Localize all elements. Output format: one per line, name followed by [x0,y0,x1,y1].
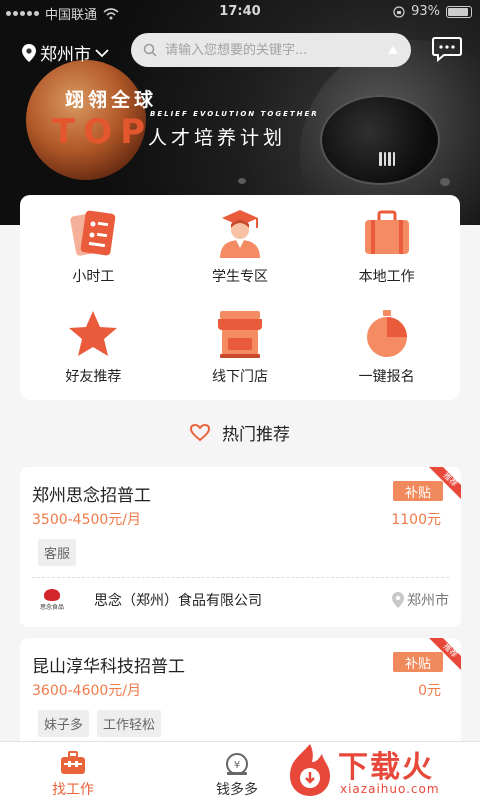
briefcase-icon [364,210,409,254]
banner-slogan-line2: 人才培养计划 [148,127,287,149]
city-name: 郑州市 [40,45,91,65]
watermark-text: 下载火 [338,750,434,785]
watermark-url: xiazaihuo.com [340,782,440,796]
student-icon [219,210,260,258]
location-text: 郑州市 [407,593,449,609]
city-selector[interactable]: 郑州市 [22,40,109,65]
watermark: 下载火 xiazaihuo.com [282,738,478,800]
recommend-corner-ribbon: 推荐 [429,638,461,670]
banner-slogan-line1: 翊翎全球 [65,89,158,111]
astronaut-visor [320,95,440,185]
category-quick-apply[interactable]: 一键报名 [313,300,460,400]
category-hourly-work[interactable]: 小时工 [20,200,167,300]
recommend-corner-ribbon: 推荐 [429,467,461,499]
battery-icon [446,5,472,18]
space-rock [238,178,246,184]
divider [32,577,449,578]
job-title: 郑州思念招普工 [32,486,151,506]
category-offline-store[interactable]: 线下门店 [167,300,314,400]
company-name: 思念（郑州）食品有限公司 [94,593,262,609]
category-label: 好友推荐 [65,369,122,385]
svg-text:¥: ¥ [234,760,240,771]
banner-top-word: TOP [52,112,154,152]
company-location: 郑州市 [392,590,449,610]
rotation-lock-icon [393,5,405,18]
tab-money[interactable]: ¥ 钱多多 [216,750,258,799]
job-card[interactable]: 郑州思念招普工 3500-4500元/月 补贴 1100元 推荐 客服 思念食品… [20,467,461,627]
category-label: 一键报名 [358,369,415,385]
category-grid: 小时工 学生专区 本地工作 好友推荐 线下门店 一键报名 [20,195,460,400]
section-title: 热门推荐 [222,425,290,445]
part-time-icon [70,210,116,256]
search-icon [143,43,157,57]
company-logo: 思念食品 [32,587,72,613]
search-bar[interactable] [131,33,411,67]
triangle-up-icon[interactable] [387,45,399,55]
location-pin-icon [22,43,36,62]
job-card[interactable]: 昆山淳华科技招普工 3600-4600元/月 补贴 0元 推荐 妹子多 工作轻松 [20,638,461,748]
category-student-zone[interactable]: 学生专区 [167,200,314,300]
category-label: 学生专区 [211,269,268,285]
job-tags: 客服 [38,539,77,566]
flame-logo-icon [290,744,330,796]
subsidy-amount: 1100元 [391,512,441,528]
job-tags: 妹子多 工作轻松 [38,710,162,737]
category-label: 本地工作 [358,269,415,285]
status-bar: 中国联通 17:40 93% [0,0,480,26]
tab-label: 找工作 [52,782,94,798]
store-icon [217,311,262,358]
toolbox-icon [61,751,85,774]
tab-label: 钱多多 [216,782,258,798]
category-label: 线下门店 [211,369,268,385]
job-tag: 工作轻松 [97,710,162,737]
job-salary: 3600-4600元/月 [32,683,142,699]
category-friend-referral[interactable]: 好友推荐 [20,300,167,400]
chevron-down-icon [95,48,109,57]
job-tag: 客服 [38,539,77,566]
battery-percent: 93% [411,4,440,19]
job-title: 昆山淳华科技招普工 [32,657,185,677]
job-salary: 3500-4500元/月 [32,512,142,528]
subsidy-amount: 0元 [418,683,441,699]
category-local-work[interactable]: 本地工作 [313,200,460,300]
category-label: 小时工 [72,269,115,285]
tab-find-job[interactable]: 找工作 [52,750,94,799]
money-bag-icon: ¥ [226,753,248,775]
banner-english: BELIEF EVOLUTION TOGETHER [150,110,319,118]
hot-recommend-header: 热门推荐 [0,420,480,445]
star-icon [69,311,118,356]
space-rock [440,178,450,186]
company-logo-text: 思念食品 [39,604,64,611]
message-icon[interactable] [432,36,462,62]
search-input[interactable] [165,42,379,58]
stopwatch-icon [366,310,407,357]
location-pin-icon [392,592,404,608]
helmet-vent [379,152,395,166]
job-tag: 妹子多 [38,710,90,737]
company-row: 思念食品 思念（郑州）食品有限公司 郑州市 [32,585,449,615]
heart-icon [190,423,210,441]
